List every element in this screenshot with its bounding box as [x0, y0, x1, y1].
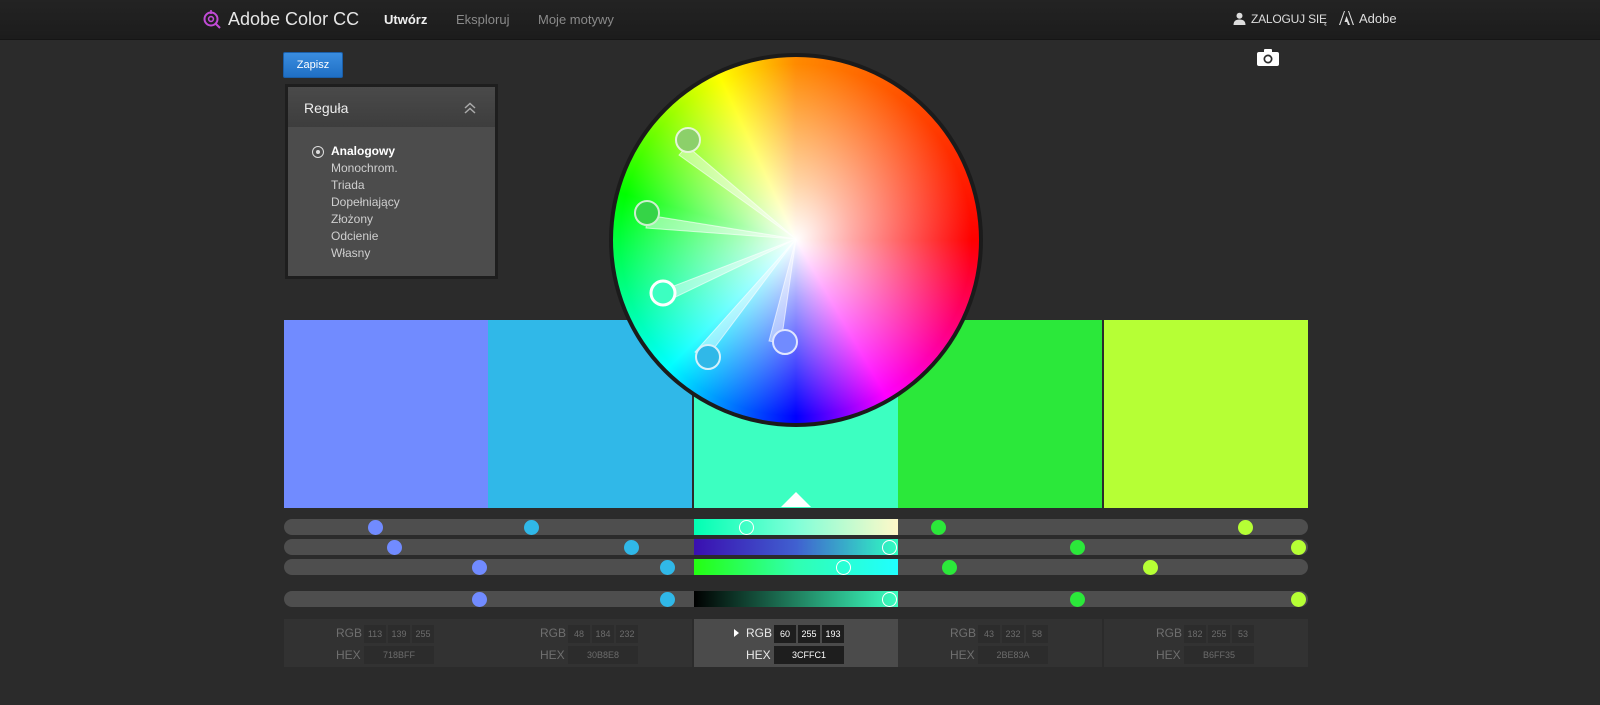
active-swatch-pointer	[781, 492, 811, 507]
slider-dot[interactable]	[624, 540, 639, 555]
slider-dot[interactable]	[931, 520, 946, 535]
rgb-label: RGB	[1156, 626, 1183, 640]
nav-my-themes[interactable]: Moje motywy	[538, 12, 614, 27]
red-value[interactable]: 113	[364, 625, 386, 643]
hex-label: HEX	[540, 648, 565, 662]
rgb-label: RGB	[336, 626, 363, 640]
slider-dot[interactable]	[1291, 540, 1306, 555]
save-button[interactable]: Zapisz	[283, 52, 343, 78]
blue-value[interactable]: 58	[1026, 625, 1048, 643]
slider-dot-active[interactable]	[882, 592, 897, 607]
hex-label: HEX	[950, 648, 975, 662]
color-values-1: RGB HEX 113 139 255 718BFF	[284, 619, 488, 667]
rule-list: Analogowy Monochrom. Triada Dopełniający…	[288, 127, 495, 276]
slider-dot[interactable]	[1070, 592, 1085, 607]
active-slider-3-gradient[interactable]	[694, 559, 898, 575]
hex-value[interactable]: 3CFFC1	[774, 646, 844, 664]
active-slider-1-gradient[interactable]	[694, 519, 898, 535]
adobe-label: Adobe	[1359, 11, 1397, 26]
rule-monochromatic[interactable]: Monochrom.	[331, 161, 398, 175]
rule-compound[interactable]: Złożony	[331, 212, 373, 226]
active-slider-2-gradient[interactable]	[694, 539, 898, 555]
radio-selected-icon[interactable]	[312, 146, 324, 158]
color-values-2: RGB HEX 48 184 232 30B8E8	[488, 619, 692, 667]
hex-label: HEX	[336, 648, 361, 662]
wheel-handle-5	[675, 127, 701, 153]
adobe-color-logo-icon[interactable]	[203, 9, 221, 29]
camera-icon[interactable]	[1257, 49, 1279, 66]
hex-value[interactable]: 718BFF	[364, 646, 434, 664]
rgb-label: RGB	[540, 626, 567, 640]
adobe-logo-icon	[1339, 11, 1354, 25]
slider-dot[interactable]	[1143, 560, 1158, 575]
blue-value[interactable]: 53	[1232, 625, 1254, 643]
slider-dot-active[interactable]	[836, 560, 851, 575]
color-wheel-handles[interactable]	[609, 53, 983, 427]
hex-value[interactable]: 2BE83A	[978, 646, 1048, 664]
green-value[interactable]: 255	[798, 625, 820, 643]
rule-shades[interactable]: Odcienie	[331, 229, 378, 243]
color-values-4: RGB HEX 43 232 58 2BE83A	[898, 619, 1102, 667]
rule-custom[interactable]: Własny	[331, 246, 370, 260]
wheel-handle-4	[634, 200, 660, 226]
color-swatch-5[interactable]	[1104, 320, 1308, 508]
red-value[interactable]: 182	[1184, 625, 1206, 643]
rgb-label: RGB	[746, 626, 773, 640]
slider-dot[interactable]	[524, 520, 539, 535]
login-link[interactable]: ZALOGUJ SIĘ	[1251, 12, 1327, 26]
slider-dot[interactable]	[387, 540, 402, 555]
rgb-label: RGB	[950, 626, 977, 640]
hex-value[interactable]: 30B8E8	[568, 646, 638, 664]
wheel-handle-1	[772, 329, 798, 355]
color-swatch-1[interactable]	[284, 320, 488, 508]
slider-dot[interactable]	[1238, 520, 1253, 535]
rule-complementary[interactable]: Dopełniający	[331, 195, 400, 209]
user-icon	[1233, 12, 1246, 25]
rule-triad[interactable]: Triada	[331, 178, 365, 192]
rule-analogous[interactable]: Analogowy	[331, 144, 395, 158]
slider-dot[interactable]	[660, 592, 675, 607]
color-values-5: RGB HEX 182 255 53 B6FF35	[1104, 619, 1308, 667]
red-value[interactable]: 48	[568, 625, 590, 643]
hex-label: HEX	[1156, 648, 1181, 662]
red-value[interactable]: 60	[774, 625, 796, 643]
green-value[interactable]: 139	[388, 625, 410, 643]
slider-dot-active[interactable]	[739, 520, 754, 535]
slider-dot[interactable]	[1291, 592, 1306, 607]
slider-dot[interactable]	[472, 592, 487, 607]
hex-value[interactable]: B6FF35	[1184, 646, 1254, 664]
slider-dot[interactable]	[472, 560, 487, 575]
active-slider-4-gradient[interactable]	[694, 591, 898, 607]
slider-dot[interactable]	[660, 560, 675, 575]
hex-label: HEX	[746, 648, 771, 662]
expand-arrow-icon[interactable]	[734, 629, 739, 637]
adobe-link[interactable]: Adobe	[1339, 11, 1397, 26]
brand-title[interactable]: Adobe Color CC	[228, 9, 359, 30]
slider-dot-active[interactable]	[882, 540, 897, 555]
red-value[interactable]: 43	[978, 625, 1000, 643]
wheel-handle-2	[695, 344, 721, 370]
slider-dot[interactable]	[368, 520, 383, 535]
green-value[interactable]: 232	[1002, 625, 1024, 643]
rule-panel: Reguła Analogowy Monochrom. Triada Dopeł…	[285, 84, 498, 279]
rule-panel-header[interactable]: Reguła	[288, 87, 495, 127]
slider-dot[interactable]	[1070, 540, 1085, 555]
blue-value[interactable]: 193	[822, 625, 844, 643]
blue-value[interactable]: 255	[412, 625, 434, 643]
green-value[interactable]: 184	[592, 625, 614, 643]
rule-title: Reguła	[304, 100, 349, 116]
green-value[interactable]: 255	[1208, 625, 1230, 643]
blue-value[interactable]: 232	[616, 625, 638, 643]
slider-dot[interactable]	[942, 560, 957, 575]
chevron-up-icon[interactable]	[463, 101, 477, 115]
nav-create[interactable]: Utwórz	[384, 12, 427, 27]
wheel-handle-3	[649, 279, 677, 307]
color-wheel[interactable]	[609, 53, 983, 427]
top-bar: Adobe Color CC Utwórz Eksploruj Moje mot…	[0, 0, 1600, 40]
nav-explore[interactable]: Eksploruj	[456, 12, 509, 27]
color-values-3-active: RGB HEX 60 255 193 3CFFC1	[694, 619, 898, 667]
